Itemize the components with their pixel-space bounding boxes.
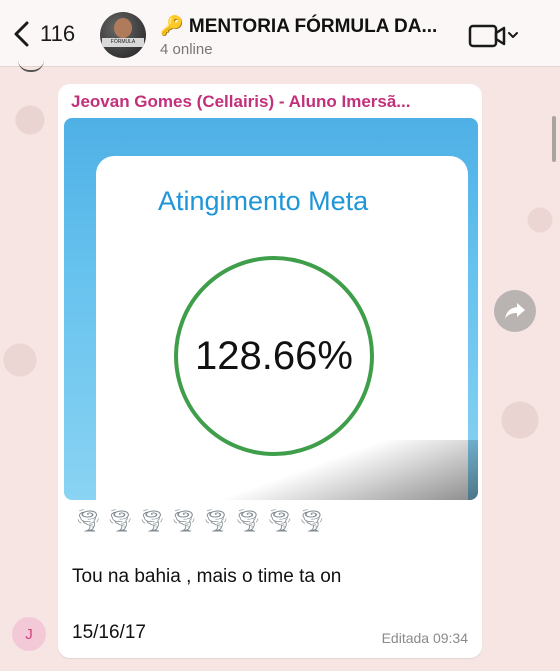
group-info[interactable]: 🔑 MENTORIA FÓRMULA DA... 4 online — [160, 14, 450, 58]
group-avatar[interactable]: FÓRMULA — [100, 12, 146, 58]
chat-header: 116 FÓRMULA 🔑 MENTORIA FÓRMULA DA... 4 o… — [0, 0, 560, 67]
scrollbar[interactable] — [552, 116, 556, 162]
tornado-emojis: 🌪🌪🌪🌪🌪🌪🌪🌪 — [74, 508, 330, 533]
sender-avatar[interactable]: J — [12, 617, 46, 651]
forward-arrow-icon — [505, 303, 525, 319]
video-call-button[interactable] — [468, 23, 522, 49]
back-button[interactable]: 116 — [12, 18, 75, 50]
avatar-person — [114, 18, 132, 38]
online-status: 4 online — [160, 41, 213, 58]
message-date-text: 15/16/17 — [72, 622, 146, 643]
avatar-logo-text: FÓRMULA — [102, 38, 144, 47]
message-bubble[interactable]: Jeovan Gomes (Cellairis) - Aluno Imersã.… — [58, 84, 482, 658]
card-title: Atingimento Meta — [158, 186, 369, 216]
message-image[interactable]: Atingimento Meta 128.66% — [64, 118, 478, 500]
video-camera-icon — [468, 24, 518, 48]
chevron-left-icon — [14, 21, 29, 47]
forward-button[interactable] — [494, 290, 536, 332]
group-title: 🔑 MENTORIA FÓRMULA DA... — [160, 16, 438, 37]
message-sender[interactable]: Jeovan Gomes (Cellairis) - Aluno Imersã.… — [71, 92, 471, 112]
message-text: Tou na bahia , mais o time ta on — [72, 566, 342, 587]
gauge-ring: 128.66% — [174, 256, 374, 456]
message-meta: Editada 09:34 — [381, 630, 468, 646]
image-shadow — [64, 440, 478, 500]
gauge-value: 128.66% — [195, 333, 353, 378]
back-count: 116 — [40, 21, 76, 46]
